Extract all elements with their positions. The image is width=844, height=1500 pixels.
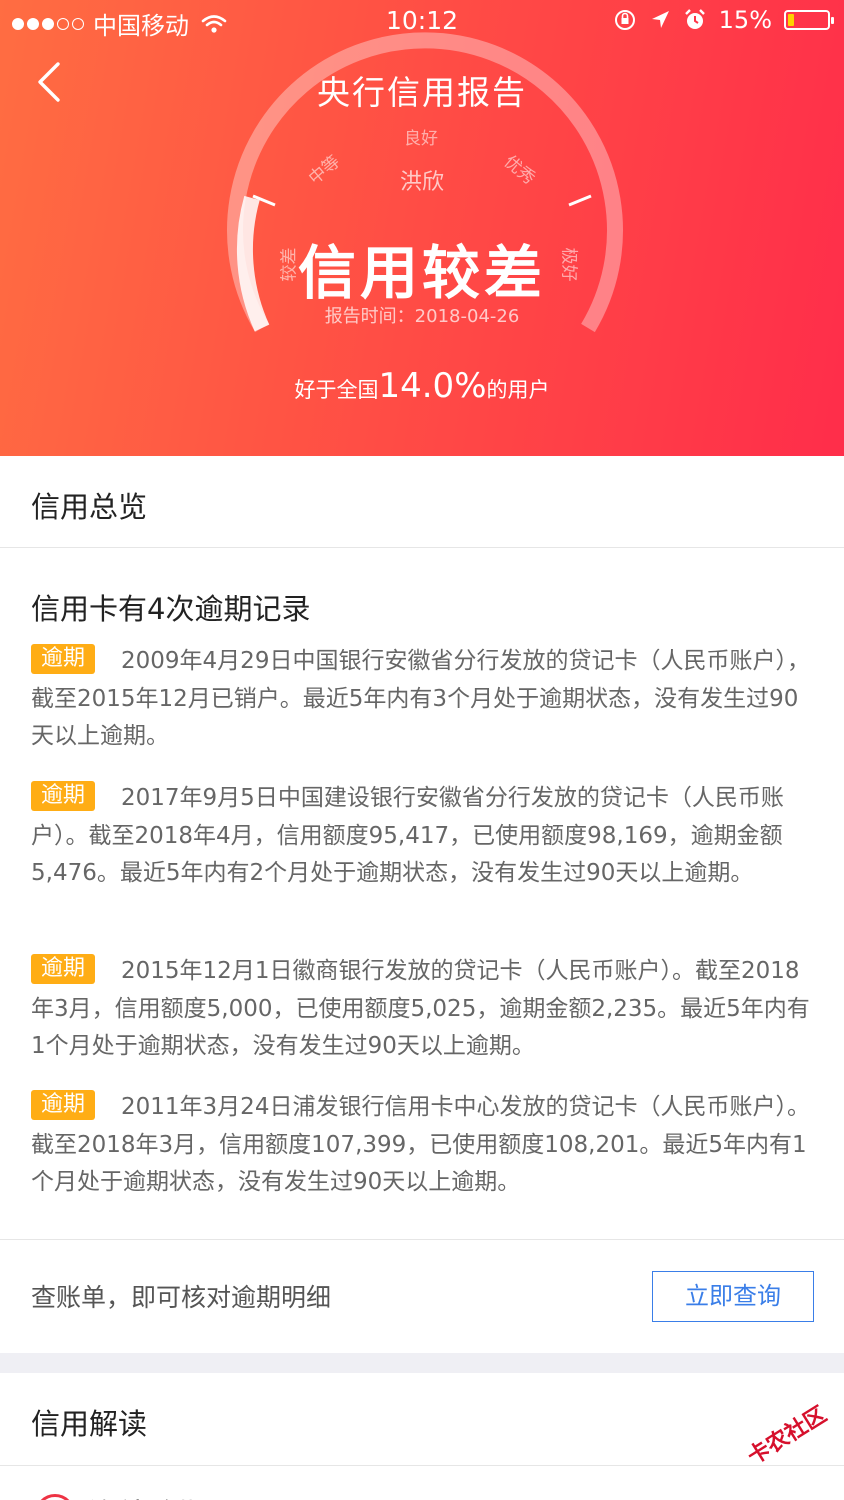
gauge-label-good: 良好 (404, 129, 438, 149)
overdue-heading: 信用卡有4次逾期记录 (31, 592, 311, 626)
overdue-record: 逾期 2017年9月5日中国建设银行安徽省分行发放的贷记卡（人民币账户）。截至20… (31, 780, 817, 893)
record-text: 2011年3月24日浦发银行信用卡中心发放的贷记卡（人民币账户）。截至2018年… (31, 1094, 810, 1195)
credit-level: 信用较差 (297, 239, 546, 307)
overdue-tag: 逾期 (31, 954, 96, 984)
overdue-warning-icon (35, 1494, 75, 1500)
user-name: 洪欣 (399, 170, 444, 195)
overdue-tag: 逾期 (31, 781, 96, 811)
divider (0, 1465, 844, 1466)
better-suffix: 的用户 (486, 378, 550, 402)
overdue-record: 逾期 2015年12月1日徽商银行发放的贷记卡（人民币账户）。截至2018年3月，… (31, 953, 817, 1066)
bill-check-hint: 查账单，即可核对逾期明细 (31, 1283, 332, 1312)
overdue-record: 逾期 2011年3月24日浦发银行信用卡中心发放的贷记卡（人民币账户）。截至201… (31, 1089, 817, 1202)
query-now-button[interactable]: 立即查询 (652, 1271, 814, 1322)
better-than-users: 好于全国14.0%的用户 (0, 366, 844, 406)
record-text: 2009年4月29日中国银行安徽省分行发放的贷记卡（人民币账户），截至2015年… (31, 648, 810, 749)
record-text: 2015年12月1日徽商银行发放的贷记卡（人民币账户）。截至2018年3月，信用… (31, 958, 810, 1059)
divider (0, 1239, 844, 1240)
interpretation-item[interactable]: 连续逾期 (88, 1490, 208, 1500)
report-time: 报告时间：2018-04-26 (324, 306, 520, 327)
overdue-tag: 逾期 (31, 644, 96, 674)
section-gap (0, 1353, 844, 1373)
credit-hero: 中国移动 10:12 15% 央行信用报告 较差 中等 良好 优秀 极好 洪欣 … (0, 0, 844, 456)
record-text: 2017年9月5日中国建设银行安徽省分行发放的贷记卡（人民币账户）。截至2018… (31, 785, 784, 886)
better-percent: 14.0% (378, 366, 487, 406)
better-prefix: 好于全国 (294, 378, 379, 402)
gauge-tick (568, 194, 592, 207)
section-title-overview: 信用总览 (31, 490, 148, 524)
overdue-tag: 逾期 (31, 1090, 96, 1120)
section-title-interpretation: 信用解读 (31, 1407, 148, 1441)
overdue-record: 逾期 2009年4月29日中国银行安徽省分行发放的贷记卡（人民币账户），截至201… (31, 643, 817, 756)
watermark-logo: 卡农社区 (743, 1402, 832, 1471)
divider (0, 547, 844, 548)
